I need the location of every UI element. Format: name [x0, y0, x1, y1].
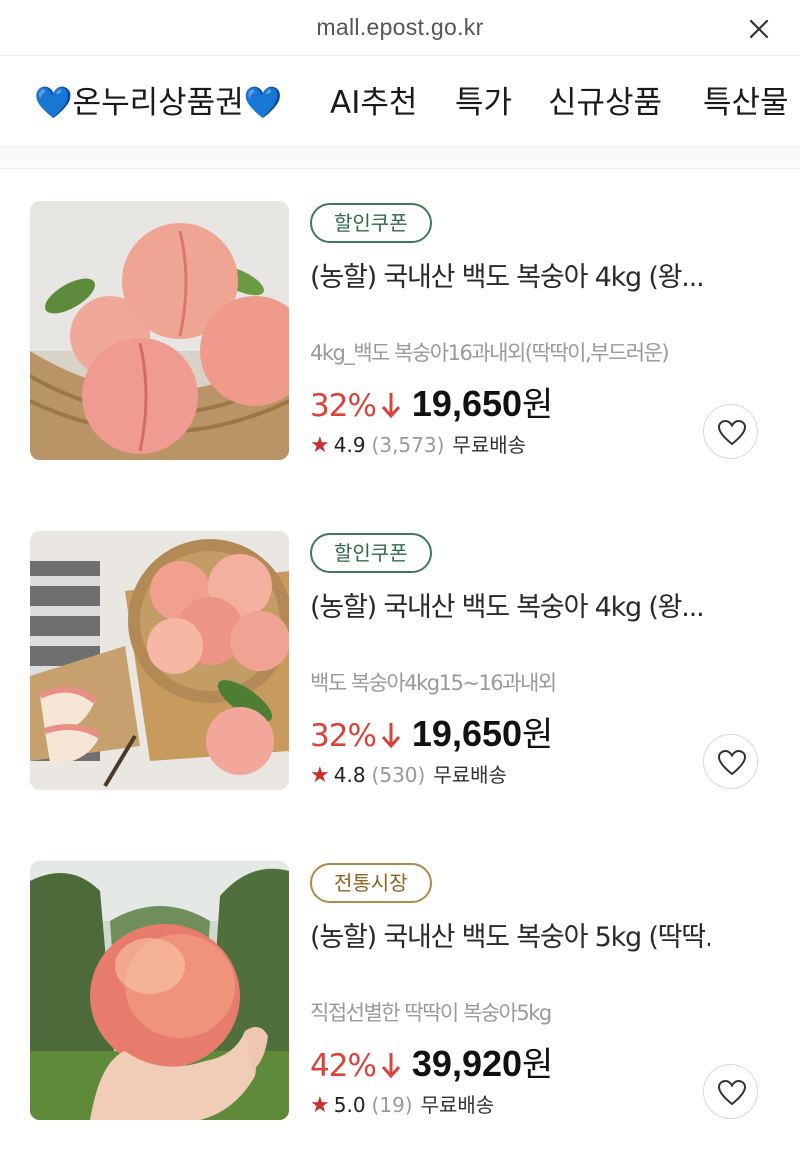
nav-divider: [0, 145, 800, 169]
product-card-3[interactable]: 전통시장 (농할) 국내산 백도 복숭아 5kg (딱딱... 직접선별한 딱딱…: [0, 861, 800, 1123]
currency-unit: 원: [522, 715, 554, 755]
price-row: 42% 39,920원: [310, 1037, 554, 1085]
nav-item-local-specialties[interactable]: 특산물: [703, 77, 789, 122]
category-nav: 💙온누리상품권💙 AI추천 특가 신규상품 특산물: [0, 57, 800, 145]
nav-item-new-products[interactable]: 신규상품: [548, 77, 662, 122]
review-count: (19): [371, 1093, 413, 1117]
nav-item-ai-recommend[interactable]: AI추천: [330, 77, 417, 122]
close-button[interactable]: [748, 18, 770, 40]
product-subtitle: 직접선별한 딱딱이 복숭아5kg: [310, 1001, 552, 1025]
like-button[interactable]: [703, 1064, 758, 1119]
coupon-badge: 할인쿠폰: [310, 203, 432, 243]
price-row: 32% 19,650원: [310, 377, 554, 425]
star-icon: ★: [310, 763, 330, 788]
product-card-1[interactable]: 할인쿠폰 (농할) 국내산 백도 복숭아 4kg (왕... 4kg_백도 복숭…: [0, 201, 800, 463]
shipping-label: 무료배송: [420, 1093, 495, 1117]
sale-price: 39,920: [411, 1043, 523, 1084]
discount-rate: 32%: [310, 388, 377, 424]
star-icon: ★: [310, 433, 330, 458]
sale-price: 19,650: [411, 713, 523, 754]
product-title[interactable]: (농할) 국내산 백도 복숭아 4kg (왕...: [310, 585, 710, 624]
rating-row: ★ 5.0 (19) 무료배송: [310, 1089, 494, 1118]
coupon-badge: 할인쿠폰: [310, 533, 432, 573]
product-subtitle: 4kg_백도 복숭아16과내외(딱딱이,부드러운): [310, 341, 670, 365]
currency-unit: 원: [522, 1045, 554, 1085]
like-button[interactable]: [703, 404, 758, 459]
rating-row: ★ 4.8 (530) 무료배송: [310, 759, 507, 788]
product-card-2[interactable]: 할인쿠폰 (농할) 국내산 백도 복숭아 4kg (왕... 백도 복숭아4kg…: [0, 531, 800, 793]
discount-rate: 42%: [310, 1048, 377, 1084]
like-button[interactable]: [703, 734, 758, 789]
rating-value: 4.8: [333, 763, 366, 787]
down-arrow-icon: [380, 1051, 402, 1083]
browser-url-bar: mall.epost.go.kr: [0, 0, 800, 56]
traditional-market-badge: 전통시장: [310, 863, 432, 903]
product-image-1[interactable]: [30, 201, 289, 460]
product-title[interactable]: (농할) 국내산 백도 복숭아 4kg (왕...: [310, 255, 710, 294]
sale-price: 19,650: [411, 383, 523, 424]
currency-unit: 원: [522, 385, 554, 425]
shipping-label: 무료배송: [452, 433, 527, 457]
heart-icon: [718, 420, 746, 446]
rating-value: 5.0: [333, 1093, 366, 1117]
shipping-label: 무료배송: [433, 763, 507, 787]
close-icon: [749, 19, 769, 39]
rating-value: 4.9: [333, 433, 366, 457]
discount-rate: 32%: [310, 718, 377, 754]
product-image-2[interactable]: [30, 531, 289, 790]
price-row: 32% 19,650원: [310, 707, 554, 755]
product-title[interactable]: (농할) 국내산 백도 복숭아 5kg (딱딱...: [310, 915, 710, 954]
nav-item-special-price[interactable]: 특가: [455, 77, 512, 122]
heart-icon: [718, 750, 746, 776]
heart-icon: [718, 1080, 746, 1106]
url-text: mall.epost.go.kr: [316, 14, 484, 40]
rating-row: ★ 4.9 (3,573) 무료배송: [310, 429, 526, 458]
product-image-3[interactable]: [30, 861, 289, 1120]
nav-item-onnuri-voucher[interactable]: 💙온누리상품권💙: [34, 77, 282, 122]
down-arrow-icon: [380, 391, 402, 423]
review-count: (3,573): [371, 433, 445, 457]
down-arrow-icon: [380, 721, 402, 753]
review-count: (530): [371, 763, 426, 787]
product-subtitle: 백도 복숭아4kg15~16과내외: [310, 671, 557, 695]
star-icon: ★: [310, 1093, 330, 1118]
